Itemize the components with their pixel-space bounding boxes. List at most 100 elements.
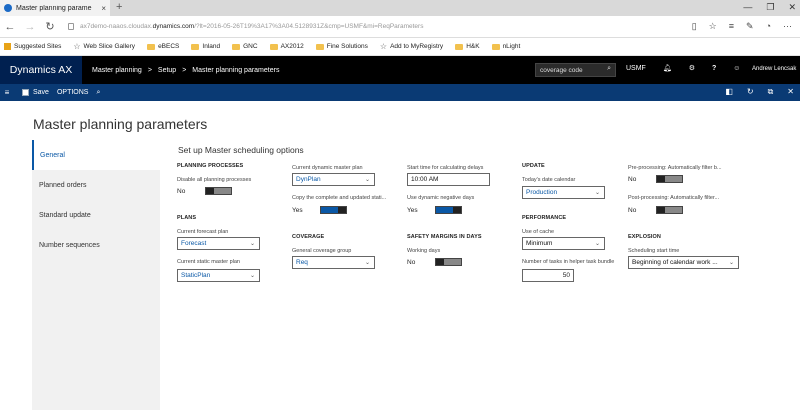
start-time-input[interactable]: 10:00 AM [407, 173, 490, 186]
address-bar[interactable]: ax7demo-naaos.cloudax. dynamics.com/?lt=2… [68, 23, 692, 30]
coverage-group-value: Req [296, 259, 308, 266]
star-icon: ☆ [73, 42, 81, 51]
chevron-down-icon: ⌄ [249, 273, 255, 279]
forward-icon[interactable]: → [20, 21, 40, 33]
search-icon[interactable]: ⌕ [607, 65, 611, 73]
chevron-down-icon: ⌄ [364, 260, 370, 266]
favorite-item[interactable]: H&K [455, 43, 480, 50]
toggle-knob [436, 259, 444, 265]
note-icon[interactable]: ✎ [746, 21, 754, 32]
new-tab-button[interactable]: + [116, 1, 122, 13]
user-avatar-icon[interactable]: ☺ [733, 65, 740, 72]
hub-icon[interactable]: ≡ [729, 21, 734, 32]
negative-days-toggle-row: Yes [407, 206, 462, 214]
scheduling-start-select[interactable]: Beginning of calendar work ... ⌄ [628, 256, 739, 269]
lock-icon [68, 23, 74, 30]
share-icon[interactable]: ◔ [766, 21, 771, 32]
favorite-label: Web Slice Gallery [83, 43, 136, 50]
more-icon[interactable]: ··· [783, 21, 792, 32]
copy-static-toggle[interactable] [320, 206, 347, 214]
breadcrumb-setup[interactable]: Setup [158, 67, 176, 74]
nav-menu-icon[interactable]: ≡ [0, 88, 14, 97]
favorite-label: Suggested Sites [14, 43, 62, 50]
close-page-icon[interactable]: ✕ [787, 87, 794, 97]
app-brand[interactable]: Dynamics AX [0, 56, 82, 84]
browser-tab[interactable]: Master planning parame × [0, 0, 110, 16]
save-button[interactable]: Save [22, 89, 49, 96]
static-plan-select[interactable]: StaticPlan ⌄ [177, 269, 260, 282]
working-days-toggle[interactable] [435, 258, 462, 266]
folder-icon [269, 43, 278, 50]
favorite-label: Add to MyRegistry [390, 43, 444, 50]
negative-days-value: Yes [407, 206, 418, 214]
cache-select[interactable]: Minimum ⌄ [522, 237, 605, 250]
favorite-item[interactable]: eBECS [147, 43, 179, 50]
minimize-icon[interactable]: — [743, 2, 752, 13]
working-days-toggle-row: No [407, 258, 462, 266]
gear-icon[interactable]: ⚙ [689, 64, 695, 72]
disable-planning-toggle[interactable] [205, 187, 232, 195]
app-header: Dynamics AX Master planning > Setup > Ma… [0, 56, 800, 84]
forecast-plan-value: Forecast [181, 240, 207, 247]
favorite-label: H&K [466, 43, 480, 50]
app-search-input[interactable]: coverage code ⌕ [535, 63, 616, 77]
post-processing-toggle-row: No [628, 206, 683, 214]
dynamic-plan-select[interactable]: DynPlan ⌄ [292, 173, 375, 186]
favorite-item[interactable]: Fine Solutions [315, 43, 368, 50]
window-close-icon[interactable]: ✕ [788, 2, 796, 13]
coverage-header: COVERAGE [292, 234, 325, 240]
post-processing-label: Post-processing: Automatically filter... [628, 195, 720, 201]
breadcrumb: Master planning > Setup > Master plannin… [92, 67, 279, 74]
nav-item-standard-update[interactable]: Standard update [32, 200, 160, 230]
company-picker[interactable]: USMF [626, 65, 646, 72]
tasks-bundle-input[interactable]: 50 [522, 269, 574, 282]
open-new-window-icon[interactable]: ⧉ [768, 87, 774, 97]
help-icon[interactable]: ? [712, 65, 716, 72]
options-button[interactable]: OPTIONS [57, 89, 89, 96]
copy-static-value: Yes [292, 206, 303, 214]
bell-icon[interactable]: 🔔︎ [663, 64, 672, 72]
toggle-knob [657, 207, 665, 213]
tab-close-icon[interactable]: × [97, 4, 110, 13]
safety-margins-header: SAFETY MARGINS IN DAYS [407, 234, 482, 240]
start-time-label: Start time for calculating delays [407, 165, 484, 171]
favorite-star-icon[interactable]: ☆ [709, 21, 717, 32]
breadcrumb-master-planning[interactable]: Master planning [92, 67, 142, 74]
nav-item-planned-orders[interactable]: Planned orders [32, 170, 160, 200]
coverage-group-select[interactable]: Req ⌄ [292, 256, 375, 269]
user-name[interactable]: Andrew Lencsak [752, 66, 796, 72]
copy-static-toggle-row: Yes [292, 206, 347, 214]
post-processing-toggle[interactable] [656, 206, 683, 214]
negative-days-toggle[interactable] [435, 206, 462, 214]
refresh-icon[interactable]: ↻ [40, 20, 60, 33]
toggle-knob [453, 207, 461, 213]
static-plan-value: StaticPlan [181, 272, 211, 279]
refresh-page-icon[interactable]: ↻ [747, 87, 754, 97]
favorite-label: nLight [502, 43, 521, 50]
date-calendar-select[interactable]: Production ⌄ [522, 186, 605, 199]
favorite-item[interactable]: ☆ Web Slice Gallery [73, 42, 135, 51]
pre-processing-toggle[interactable] [656, 175, 683, 183]
favorite-item[interactable]: AX2012 [269, 43, 304, 50]
performance-header: PERFORMANCE [522, 215, 567, 221]
static-plan-label: Current static master plan [177, 259, 240, 265]
favorite-item[interactable]: ☆ Add to MyRegistry [380, 42, 443, 51]
forecast-plan-label: Current forecast plan [177, 229, 229, 235]
back-icon[interactable]: ← [0, 21, 20, 33]
disable-planning-value: No [177, 187, 186, 195]
reading-view-icon[interactable]: ▯ [692, 21, 697, 32]
browser-toolbar-right: ▯ ☆ ≡ ✎ ◔ ··· [692, 21, 800, 32]
office-icon[interactable]: ◧ [725, 87, 733, 97]
favorite-item[interactable]: GNC [232, 43, 258, 50]
favorite-item[interactable]: nLight [491, 43, 521, 50]
action-search-icon[interactable]: ⌕ [96, 89, 100, 97]
date-calendar-value: Production [526, 189, 558, 196]
favorite-item[interactable]: Suggested Sites [4, 43, 61, 50]
favorite-item[interactable]: Inland [191, 43, 220, 50]
forecast-plan-select[interactable]: Forecast ⌄ [177, 237, 260, 250]
chevron-down-icon: ⌄ [728, 260, 734, 266]
maximize-icon[interactable]: ❐ [766, 2, 774, 13]
nav-item-number-sequences[interactable]: Number sequences [32, 230, 160, 260]
nav-item-general[interactable]: General [32, 140, 160, 170]
dynamic-plan-label: Current dynamic master plan [292, 165, 363, 171]
